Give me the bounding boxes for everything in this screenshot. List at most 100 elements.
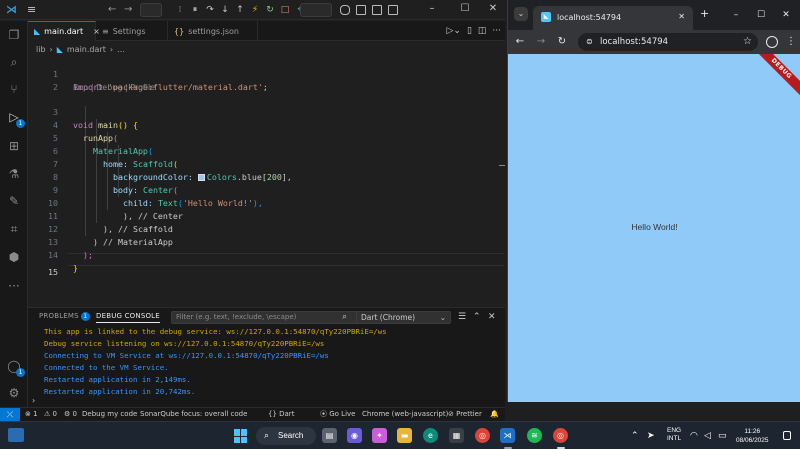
- restart-icon[interactable]: ↻: [265, 3, 275, 17]
- errors-indicator[interactable]: ⊗ 1: [25, 408, 38, 421]
- copilot-icon[interactable]: ✦: [372, 428, 387, 443]
- source-control-icon[interactable]: ⑂: [6, 81, 22, 97]
- more-icon[interactable]: ···: [6, 278, 22, 294]
- kebab-menu-icon[interactable]: ⋮: [786, 35, 796, 49]
- tab-main-dart[interactable]: ◣ main.dart ×: [28, 21, 100, 41]
- console-prompt[interactable]: ›: [32, 396, 35, 405]
- maximize-icon[interactable]: ☐: [458, 2, 472, 16]
- hamburger-menu-icon[interactable]: ≡: [27, 3, 39, 17]
- location-icon[interactable]: ➤: [647, 430, 655, 442]
- input-language[interactable]: ENG INTL: [667, 427, 681, 443]
- sonarqube-focus[interactable]: SonarQube focus: overall code: [140, 408, 247, 421]
- system-clock[interactable]: 11:26 08/06/2025: [736, 427, 769, 445]
- open-devtools-icon[interactable]: ▯: [467, 24, 472, 38]
- breadcrumb-file[interactable]: main.dart: [67, 45, 106, 54]
- tab-search-icon[interactable]: ⌄: [514, 7, 528, 21]
- stop-icon[interactable]: □: [280, 3, 290, 17]
- maximize-panel-icon[interactable]: ⌃: [473, 311, 481, 323]
- extensions-icon[interactable]: ⊞: [6, 138, 22, 154]
- device-selector[interactable]: Chrome (web-javascript): [362, 408, 448, 421]
- chrome-app-icon[interactable]: ◎: [475, 428, 490, 443]
- run-with-options-icon[interactable]: ▷⌄: [446, 24, 460, 38]
- new-tab-icon[interactable]: +: [700, 8, 709, 20]
- copilot-icon[interactable]: [340, 5, 350, 15]
- language-mode[interactable]: {} Dart: [268, 408, 294, 421]
- tab-debug-console[interactable]: DEBUG CONSOLE: [96, 312, 160, 323]
- battery-icon[interactable]: ▭: [718, 430, 727, 442]
- testing-icon[interactable]: ⚗: [6, 166, 22, 182]
- accounts-icon[interactable]: ◯ 1: [6, 358, 25, 377]
- scrollbar-marker[interactable]: [499, 165, 505, 166]
- tab-settings[interactable]: ≡ Settings: [96, 21, 168, 41]
- debug-sessions-count[interactable]: ⚙ 0: [64, 408, 77, 421]
- more-actions-icon[interactable]: ···: [492, 24, 501, 38]
- close-panel-icon[interactable]: ✕: [488, 311, 496, 323]
- search-icon[interactable]: ⌕: [6, 54, 22, 70]
- reload-icon[interactable]: ↻: [556, 35, 568, 49]
- code-line: 11 ), // Scaffold: [28, 197, 498, 234]
- bookmark-star-icon[interactable]: ☆: [743, 35, 752, 49]
- pause-icon[interactable]: ⏸: [190, 3, 200, 17]
- console-filter-input[interactable]: Filter (e.g. text, !exclude, \escape): [171, 311, 365, 324]
- maximize-icon[interactable]: ☐: [755, 9, 767, 21]
- debug-session-select[interactable]: Dart (Chrome) ⌄: [356, 311, 451, 324]
- run-debug-icon[interactable]: ▷ 1: [6, 109, 25, 128]
- close-icon[interactable]: ✕: [678, 11, 685, 23]
- store-icon[interactable]: ▦: [449, 428, 464, 443]
- task-view-icon[interactable]: ▤: [322, 428, 337, 443]
- step-out-icon[interactable]: ↑: [235, 3, 245, 17]
- minimize-icon[interactable]: –: [730, 9, 742, 21]
- notification-icon[interactable]: [783, 431, 791, 440]
- breadcrumb-folder[interactable]: lib: [36, 45, 46, 54]
- teams-icon[interactable]: ◉: [347, 428, 362, 443]
- site-info-icon[interactable]: ⊜: [586, 36, 593, 48]
- chevron-up-icon[interactable]: ⌃: [631, 430, 639, 442]
- explorer-icon[interactable]: ❐: [6, 27, 22, 43]
- taskbar-search[interactable]: ⌕ Search: [256, 427, 316, 445]
- title-search-box[interactable]: [300, 3, 332, 17]
- bell-icon[interactable]: 🔔: [490, 408, 499, 421]
- volume-icon[interactable]: ◁: [704, 430, 711, 442]
- warnings-indicator[interactable]: ⚠ 0: [44, 408, 57, 421]
- widgets-icon[interactable]: [8, 428, 24, 442]
- hot-reload-icon[interactable]: ⚡: [250, 3, 260, 17]
- package-icon[interactable]: ⬢: [6, 249, 22, 265]
- remote-indicator[interactable]: ⤫: [0, 408, 20, 421]
- code-editor[interactable]: 1 import 'package:flutter/material.dart'…: [28, 55, 505, 307]
- vscode-app-icon[interactable]: ⋊: [500, 428, 515, 443]
- address-bar[interactable]: ⊜ localhost:54794 ☆: [578, 33, 758, 51]
- spotify-icon[interactable]: ≋: [527, 428, 542, 443]
- back-arrow-icon[interactable]: ←: [514, 35, 526, 49]
- drag-handle-icon[interactable]: ⁞: [175, 3, 185, 17]
- split-editor-icon[interactable]: ◫: [478, 24, 487, 38]
- tab-problems[interactable]: PROBLEMS 1: [39, 312, 90, 321]
- forward-arrow-icon[interactable]: →: [535, 35, 547, 49]
- gear-icon[interactable]: ⚙: [6, 385, 22, 401]
- command-center-search[interactable]: [140, 3, 162, 17]
- profile-avatar-icon[interactable]: [766, 36, 778, 48]
- remote-explorer-icon[interactable]: ⌗: [6, 221, 22, 237]
- clear-console-icon[interactable]: ☰: [458, 311, 466, 323]
- minimize-icon[interactable]: –: [425, 2, 439, 16]
- customize-layout-icon[interactable]: [388, 5, 398, 15]
- wifi-icon[interactable]: ◠: [690, 430, 698, 442]
- go-live-button[interactable]: ⦿ Go Live: [320, 408, 355, 421]
- breadcrumb-more[interactable]: …: [117, 45, 125, 54]
- pencil-icon[interactable]: ✎: [6, 193, 22, 209]
- back-arrow-icon[interactable]: ←: [108, 3, 116, 17]
- tab-settings-json[interactable]: {} settings.json: [168, 21, 258, 41]
- prettier-status[interactable]: ⊘ Prettier: [448, 408, 482, 421]
- forward-arrow-icon[interactable]: →: [124, 3, 132, 17]
- file-explorer-icon[interactable]: ▬: [397, 428, 412, 443]
- toggle-panel-icon[interactable]: [372, 5, 382, 15]
- step-into-icon[interactable]: ↓: [220, 3, 230, 17]
- chrome-app-icon[interactable]: ◎: [553, 428, 568, 443]
- close-window-icon[interactable]: ✕: [780, 9, 792, 21]
- toggle-sidebar-icon[interactable]: [356, 5, 366, 15]
- debug-my-code-toggle[interactable]: Debug my code: [82, 408, 137, 421]
- chrome-tab-localhost[interactable]: ◣ localhost:54794 ✕: [533, 6, 693, 30]
- close-window-icon[interactable]: ✕: [486, 2, 500, 16]
- start-button[interactable]: [234, 429, 248, 443]
- edge-icon[interactable]: e: [423, 428, 438, 443]
- step-over-icon[interactable]: ↷: [205, 3, 215, 17]
